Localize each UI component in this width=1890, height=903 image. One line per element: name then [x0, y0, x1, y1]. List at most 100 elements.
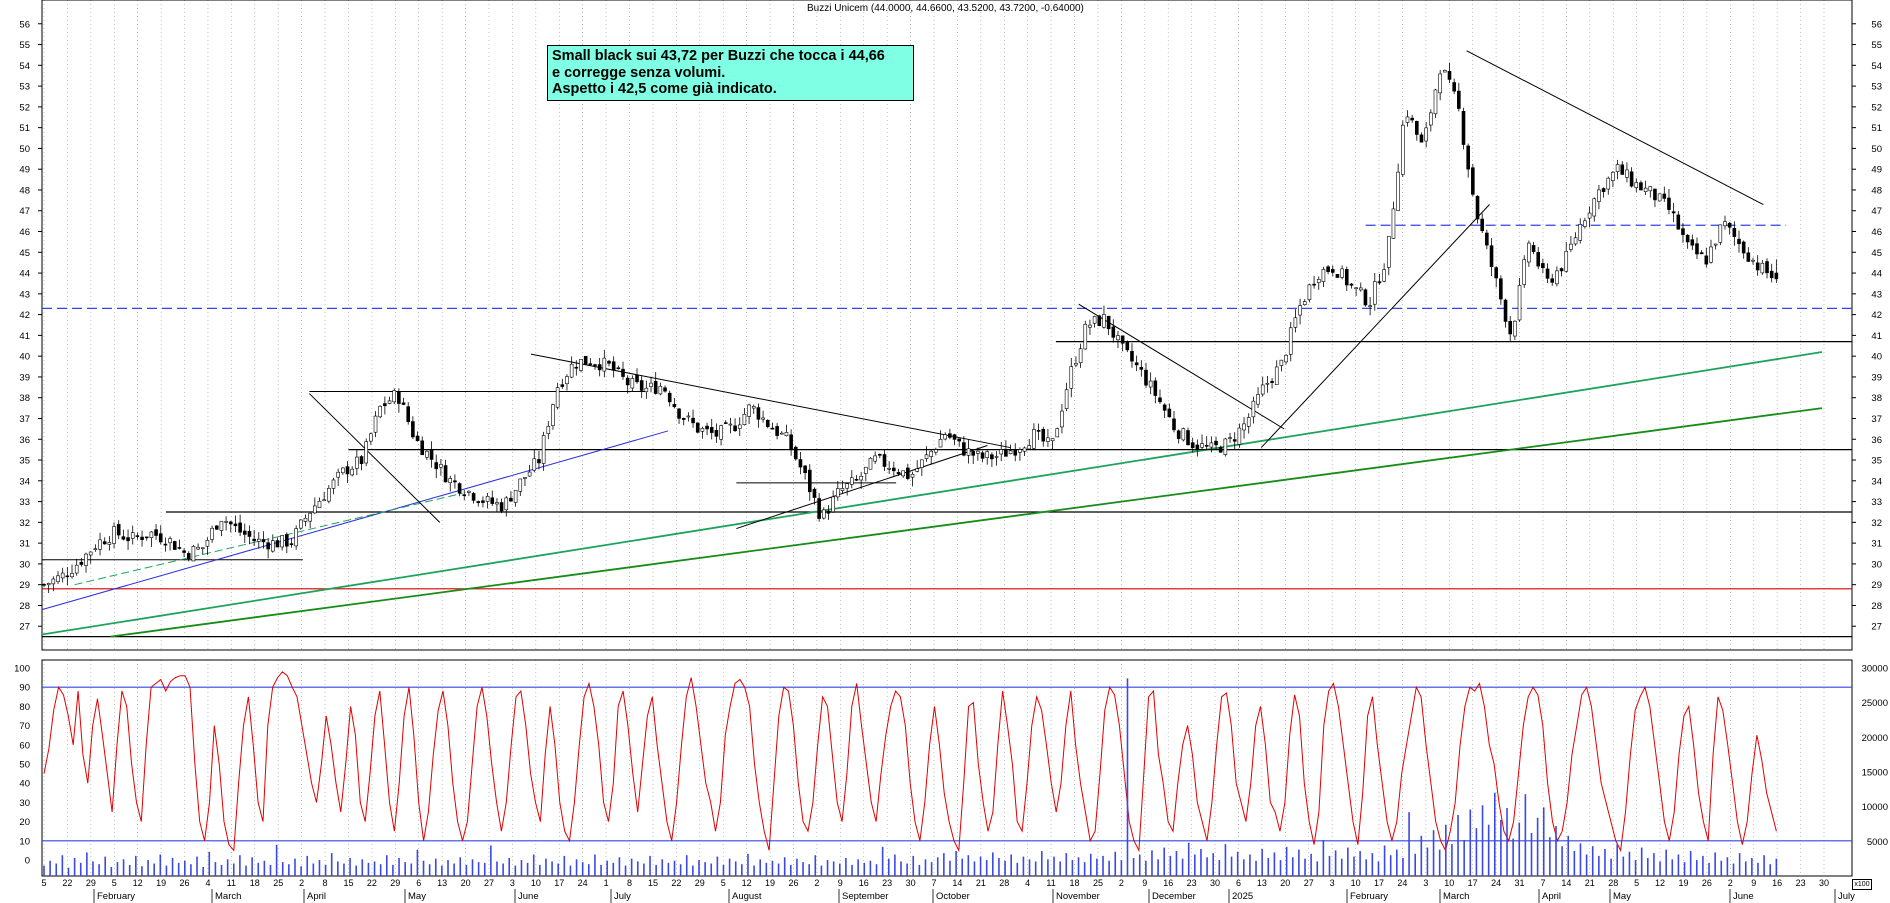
candle-body: [1218, 446, 1223, 453]
candle-body: [420, 440, 425, 456]
candle-body: [1256, 394, 1260, 405]
month-label: May: [408, 891, 426, 902]
candle-body: [887, 467, 891, 470]
candle-body: [345, 466, 350, 475]
month-label: June: [1733, 891, 1754, 902]
candle-body: [238, 522, 242, 533]
candle-body: [102, 541, 107, 545]
candle-body: [1564, 250, 1569, 272]
candle-body: [868, 457, 873, 470]
candle-body: [1531, 245, 1536, 253]
month-label: August: [732, 891, 762, 902]
candle-body: [929, 450, 933, 457]
candle-body: [793, 446, 798, 460]
candle-body: [756, 407, 761, 420]
price-tick-label-right: 39: [1871, 372, 1882, 383]
candle-body: [1242, 423, 1246, 431]
stock-chart: 27 2728 2829 2930 3031 3132 3233 3334 3435 3536 36…: [14, 0, 1888, 903]
candle-body: [1401, 124, 1405, 175]
day-tick-label: 16: [859, 878, 869, 888]
day-tick-label: 22: [367, 878, 377, 888]
candle-body: [317, 500, 322, 508]
candle-body: [1503, 299, 1508, 322]
candle-body: [1433, 89, 1438, 115]
candle-body: [247, 531, 252, 537]
price-tick-label-right: 30: [1871, 559, 1882, 570]
price-tick-label-right: 46: [1871, 227, 1882, 238]
candle-body: [695, 422, 700, 433]
candle-body: [915, 468, 919, 472]
price-tick-label-right: 48: [1871, 185, 1882, 196]
candle-body: [355, 456, 359, 469]
day-tick-label: 12: [1655, 878, 1665, 888]
candle-body: [836, 488, 840, 498]
day-tick-label: 29: [86, 878, 96, 888]
day-tick-label: 29: [390, 878, 400, 888]
candle-body: [948, 433, 952, 438]
candle-body: [845, 483, 849, 489]
candle-body: [373, 415, 378, 433]
candle-body: [1176, 430, 1181, 439]
candle-body: [1601, 188, 1606, 193]
candle-body: [821, 509, 826, 519]
candle-body: [901, 470, 905, 477]
candle-body: [200, 547, 205, 550]
candle-body: [1092, 316, 1097, 324]
day-tick-label: 15: [343, 878, 353, 888]
candle-body: [341, 467, 345, 474]
candle-body: [429, 449, 434, 460]
oscillator-tick-label: 100: [14, 664, 30, 675]
candle-body: [1559, 268, 1564, 272]
candle-body: [686, 415, 691, 418]
day-tick-label: 20: [1280, 878, 1290, 888]
price-tick-label-right: 37: [1871, 414, 1882, 425]
candle-body: [1307, 284, 1312, 300]
candle-body: [1424, 127, 1428, 142]
candle-body: [1517, 285, 1522, 321]
month-label: June: [518, 891, 539, 902]
candle-body: [51, 578, 56, 585]
month-label: July: [1838, 891, 1855, 902]
day-tick-label: 10: [531, 878, 541, 888]
candle-body: [1120, 335, 1125, 344]
candle-body: [1480, 218, 1484, 232]
candle-body: [163, 543, 168, 546]
candle-body: [761, 417, 765, 420]
volume-tick-label: 25000: [1862, 698, 1888, 709]
price-tick-label-right: 54: [1871, 61, 1882, 72]
candle-body: [1452, 82, 1456, 92]
candle-body: [1587, 212, 1592, 219]
candle-body: [1489, 245, 1494, 268]
candle-body: [882, 454, 887, 467]
candle-body: [723, 422, 728, 424]
day-tick-label: 5: [112, 878, 117, 888]
candle-body: [79, 561, 84, 565]
candle-body: [639, 380, 644, 391]
candle-body: [1527, 242, 1531, 263]
month-label: July: [614, 891, 631, 902]
candle-body: [779, 432, 784, 435]
candle-body: [140, 536, 144, 541]
candle-body: [1704, 255, 1709, 265]
candle-body: [1671, 211, 1676, 214]
candle-body: [1499, 278, 1503, 300]
candle-body: [985, 451, 990, 458]
candle-body: [224, 521, 228, 523]
price-tick-label-right: 53: [1871, 82, 1882, 93]
candle-body: [1611, 171, 1615, 181]
candle-body: [359, 456, 364, 464]
day-tick-label: 8: [627, 878, 632, 888]
candle-body: [1335, 274, 1340, 278]
candle-body: [46, 583, 51, 586]
oscillator-tick-label: 90: [19, 683, 30, 694]
candle-body: [425, 450, 429, 458]
candle-body: [1228, 437, 1232, 439]
day-tick-label: 13: [1257, 878, 1267, 888]
candle-body: [593, 364, 597, 366]
candle-body: [1302, 301, 1307, 305]
candle-body: [784, 432, 789, 437]
candle-body: [980, 452, 985, 459]
day-tick-label: 2: [1119, 878, 1124, 888]
day-tick-label: 1: [604, 878, 609, 888]
price-tick-label-left: 46: [19, 227, 30, 238]
